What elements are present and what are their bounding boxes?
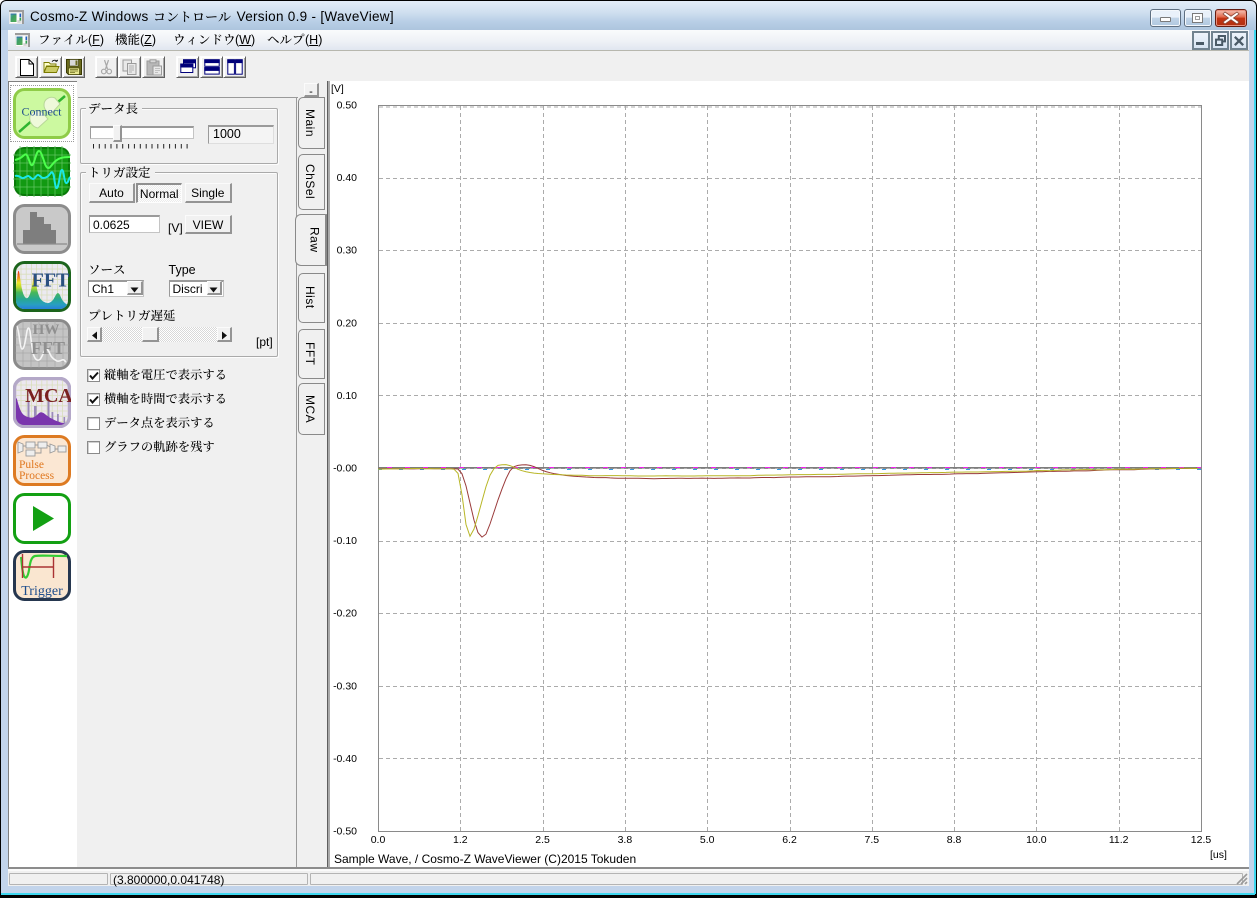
svg-text:-0.00: -0.00: [333, 463, 357, 475]
svg-text:11.2: 11.2: [1109, 834, 1129, 846]
svg-text:Process: Process: [19, 470, 55, 482]
svg-text:0.50: 0.50: [337, 100, 358, 112]
svg-text:-0.50: -0.50: [333, 826, 357, 838]
svg-text:3.8: 3.8: [618, 834, 633, 846]
svg-text:10.0: 10.0: [1026, 834, 1047, 846]
svg-text:-0.30: -0.30: [333, 680, 357, 692]
svg-text:12.5: 12.5: [1191, 834, 1212, 846]
svg-text:HW: HW: [33, 322, 60, 338]
svg-text:-0.20: -0.20: [333, 608, 357, 620]
svg-text:MCA: MCA: [25, 385, 71, 407]
svg-text:[V]: [V]: [331, 83, 344, 95]
svg-text:FFT: FFT: [32, 270, 70, 292]
svg-text:-0.40: -0.40: [333, 753, 357, 765]
svg-text:0.40: 0.40: [337, 172, 358, 184]
svg-text:FFT: FFT: [31, 338, 65, 358]
svg-text:1.2: 1.2: [453, 834, 468, 846]
svg-text:2.5: 2.5: [535, 834, 550, 846]
svg-text:0.0: 0.0: [371, 834, 386, 846]
svg-text:0.30: 0.30: [337, 245, 358, 257]
svg-text:6.2: 6.2: [782, 834, 797, 846]
svg-text:Sample Wave, / Cosmo-Z WaveVie: Sample Wave, / Cosmo-Z WaveViewer (C)201…: [334, 852, 636, 866]
svg-text:0.10: 0.10: [337, 390, 358, 402]
svg-text:[us]: [us]: [1210, 849, 1227, 861]
svg-text:-0.10: -0.10: [333, 535, 357, 547]
svg-text:8.8: 8.8: [947, 834, 962, 846]
svg-text:Trigger: Trigger: [21, 584, 63, 599]
svg-text:0.20: 0.20: [337, 317, 358, 329]
svg-text:5.0: 5.0: [700, 834, 715, 846]
svg-text:7.5: 7.5: [864, 834, 879, 846]
